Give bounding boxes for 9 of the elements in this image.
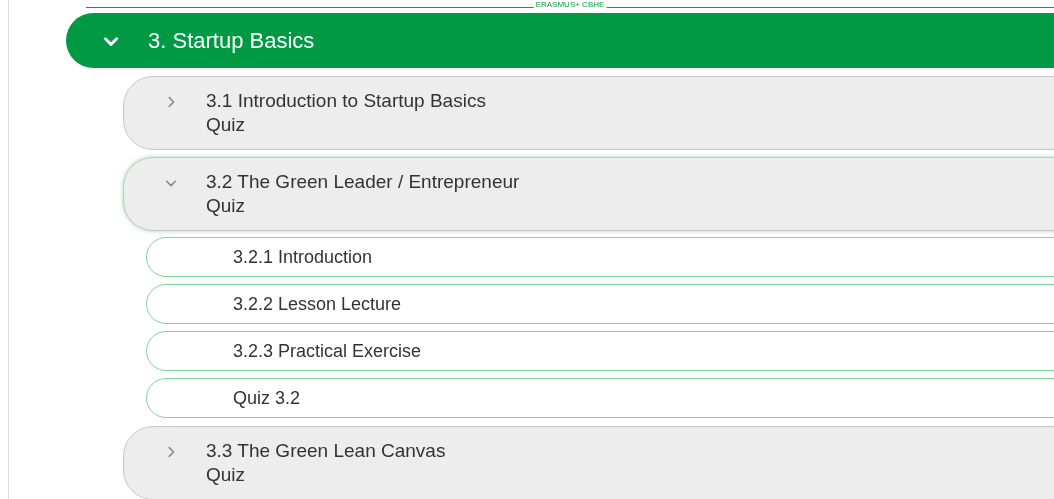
lesson-item[interactable]: 3.2.3 Practical Exercise [146,331,1054,371]
subsection-header[interactable]: 3.2 The Green Leader / Entrepreneur Quiz [123,157,1054,231]
banner-text: ERASMUS+ CBHE [533,0,607,9]
subsection-header[interactable]: 3.1 Introduction to Startup Basics Quiz [123,76,1054,150]
lesson-item[interactable]: 3.2.2 Lesson Lecture [146,284,1054,324]
section-header[interactable]: 3. Startup Basics [66,13,1054,68]
subsection-header[interactable]: 3.3 The Green Lean Canvas Quiz [123,426,1054,499]
lesson-item[interactable]: 3.2.1 Introduction [146,237,1054,277]
lesson-item[interactable]: Quiz 3.2 [146,378,1054,418]
